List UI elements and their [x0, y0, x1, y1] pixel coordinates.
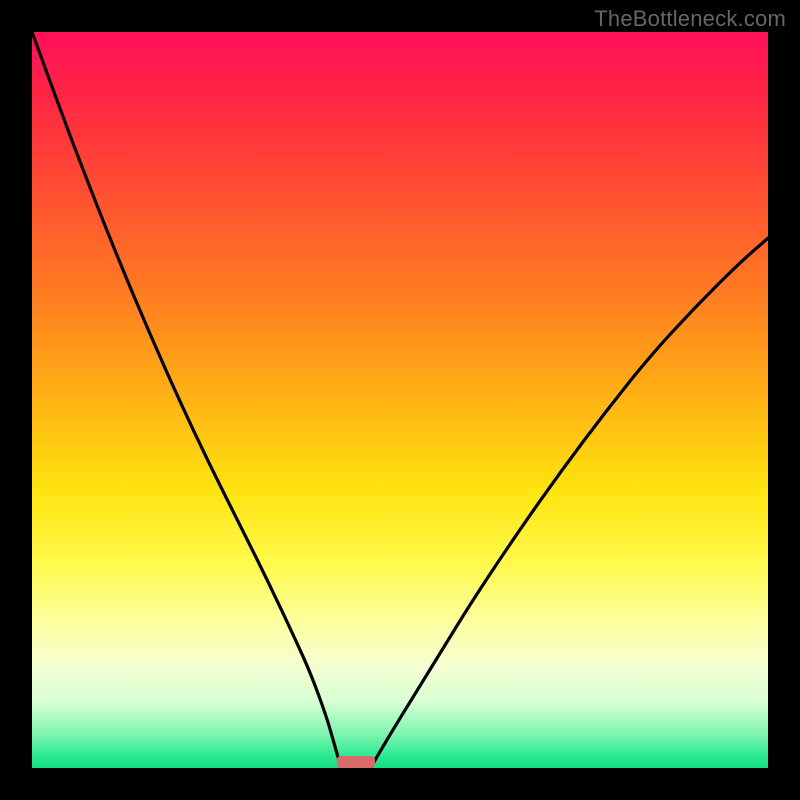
- bottleneck-chart: [32, 32, 768, 768]
- optimum-marker: [337, 756, 375, 768]
- chart-frame: TheBottleneck.com: [0, 0, 800, 800]
- gradient-background: [32, 32, 768, 768]
- plot-area: [32, 32, 768, 768]
- watermark-text: TheBottleneck.com: [594, 6, 786, 32]
